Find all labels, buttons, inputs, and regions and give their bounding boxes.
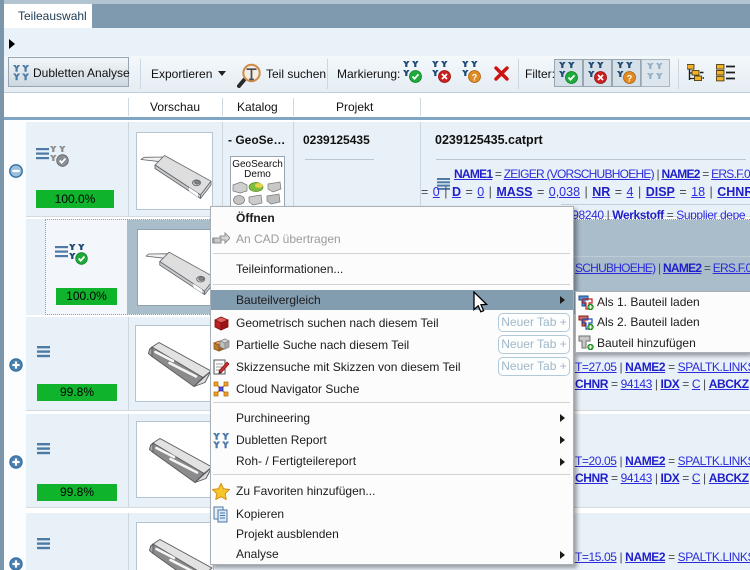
svg-text:?: ? (627, 74, 633, 84)
svg-text:?: ? (472, 73, 478, 83)
